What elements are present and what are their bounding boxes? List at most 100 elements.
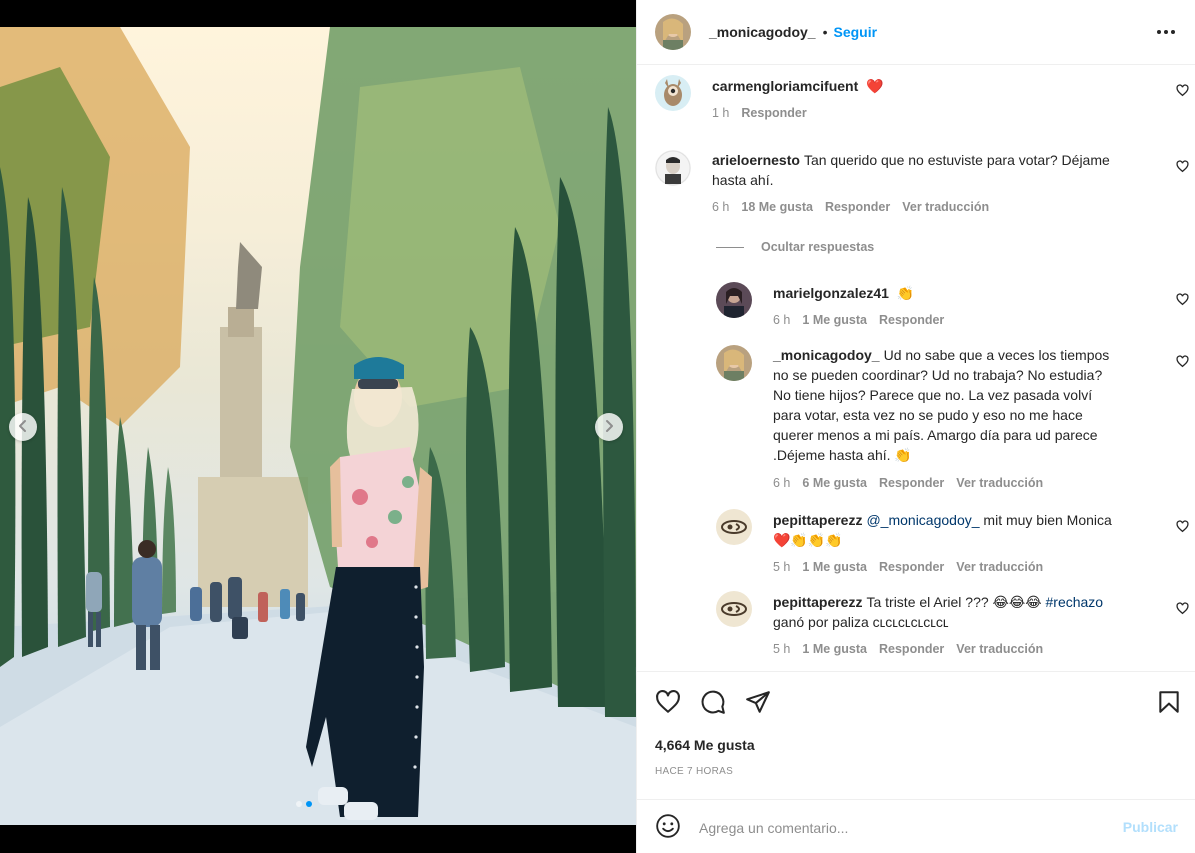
chevron-right-icon: [602, 419, 616, 436]
reply-button[interactable]: Responder: [825, 200, 890, 214]
post-actions: 4,664 Me gusta HACE 7 HORAS: [637, 671, 1195, 808]
reply-content-line: .Déjeme hasta ahí. 👏: [773, 447, 912, 463]
reply-likes-count[interactable]: 6 Me gusta: [802, 476, 867, 490]
replier-avatar[interactable]: [716, 591, 752, 627]
reply-item: pepittaperezz Ta triste el Ariel ??? 😂😂😂 …: [716, 591, 1195, 661]
reply-likes-count[interactable]: 1 Me gusta: [802, 560, 867, 574]
comment-meta: 1 h Responder: [712, 106, 807, 120]
reply-button[interactable]: Responder: [879, 476, 944, 490]
reply-mention-link[interactable]: @_monicagodoy_: [866, 512, 979, 528]
hide-replies-button[interactable]: Ocultar respuestas: [716, 240, 874, 254]
post-photo: [0, 27, 636, 825]
reply-likes-count[interactable]: 1 Me gusta: [802, 642, 867, 656]
reply-time: 5 h: [773, 560, 791, 574]
reply-content-line: No tiene hijos? Parece que no. La vez pa…: [773, 387, 1093, 403]
reply-time: 5 h: [773, 642, 791, 656]
follow-button[interactable]: Seguir: [834, 24, 878, 40]
chevron-left-icon: [16, 419, 30, 436]
likes-count[interactable]: 4,664 Me gusta: [655, 737, 755, 753]
heart-icon: [1176, 520, 1189, 536]
reply-like-button[interactable]: [1176, 520, 1189, 536]
reply-button[interactable]: Responder: [741, 106, 806, 120]
more-options-button[interactable]: [1156, 22, 1176, 45]
replier-avatar[interactable]: [716, 282, 752, 318]
emoji-button[interactable]: [655, 813, 681, 842]
comment-username[interactable]: carmengloriamcifuent: [712, 78, 858, 94]
reply-like-button[interactable]: [1176, 293, 1189, 309]
like-button[interactable]: [655, 689, 681, 718]
comment-like-button[interactable]: [1176, 160, 1189, 176]
comment-like-button[interactable]: [1176, 84, 1189, 100]
instagram-post-modal: _monicagodoy_ • Seguir carmengloriamcifu…: [0, 0, 1195, 853]
reply-content-line: no se pueden coordinar? Ud no trabaja? N…: [773, 367, 1103, 383]
commenter-avatar[interactable]: [655, 75, 691, 111]
translate-button[interactable]: Ver traducción: [956, 560, 1043, 574]
comment-icon: [700, 690, 726, 718]
reply-button[interactable]: Responder: [879, 560, 944, 574]
reply-content-line: ❤️👏👏👏: [773, 532, 843, 548]
reply-content-line: para votar, esta vez no se pudo y eso no…: [773, 407, 1083, 423]
heart-icon: [1176, 160, 1189, 176]
reply-meta: 5 h 1 Me gusta Responder Ver traducción: [773, 560, 1043, 574]
add-comment-bar: Publicar: [637, 799, 1195, 853]
comment-content-line: Tan querido que no estuviste para votar?…: [803, 152, 1110, 168]
reply-text: pepittaperezz @_monicagodoy_ mit muy bien…: [773, 510, 1112, 550]
reply-meta: 6 h 6 Me gusta Responder Ver traducción: [773, 476, 1043, 490]
comment-input[interactable]: [699, 814, 1099, 842]
reply-like-button[interactable]: [1176, 355, 1189, 371]
reply-meta: 6 h 1 Me gusta Responder: [773, 313, 944, 327]
carousel-next-button[interactable]: [595, 413, 623, 441]
comment-meta: 6 h 18 Me gusta Responder Ver traducción: [712, 200, 989, 214]
translate-button[interactable]: Ver traducción: [902, 200, 989, 214]
translate-button[interactable]: Ver traducción: [956, 642, 1043, 656]
reply-like-button[interactable]: [1176, 602, 1189, 618]
reply-item: _monicagodoy_ Ud no sabe que a veces los …: [716, 345, 1195, 495]
reply-content-line: Ta triste el Ariel ??? 😂😂😂: [866, 594, 1042, 610]
replier-avatar[interactable]: [716, 345, 752, 381]
reply-username[interactable]: pepittaperezz: [773, 594, 862, 610]
translate-button[interactable]: Ver traducción: [956, 476, 1043, 490]
author-avatar[interactable]: [655, 14, 691, 50]
reply-item: pepittaperezz @_monicagodoy_ mit muy bien…: [716, 509, 1195, 579]
reply-content-line: querer menos a mi país. Amargo día para …: [773, 427, 1098, 443]
reply-text: _monicagodoy_ Ud no sabe que a veces los …: [773, 345, 1153, 465]
header-separator: •: [822, 24, 828, 40]
comment-content-line: hasta ahí.: [712, 172, 774, 188]
emoji-icon: [655, 814, 681, 842]
more-horizontal-icon: [1156, 29, 1176, 45]
comment-text: arieloernesto Tan querido que no estuvist…: [712, 150, 1110, 190]
reply-username[interactable]: _monicagodoy_: [773, 347, 880, 363]
publish-button[interactable]: Publicar: [1123, 819, 1178, 835]
post-timestamp: HACE 7 HORAS: [655, 766, 734, 777]
replies-divider: [716, 246, 744, 248]
replier-avatar[interactable]: [716, 509, 752, 545]
comment-text: carmengloriamcifuent ❤️: [712, 76, 884, 96]
share-button[interactable]: [745, 689, 771, 718]
reply-content: 👏: [896, 285, 915, 301]
reply-username[interactable]: pepittaperezz: [773, 512, 862, 528]
bookmark-icon: [1156, 691, 1182, 718]
save-button[interactable]: [1156, 689, 1182, 718]
reply-item: marielgonzalez41 👏 6 h 1 Me gusta Respon…: [716, 282, 1195, 342]
heart-icon: [1176, 355, 1189, 371]
reply-button[interactable]: Responder: [879, 313, 944, 327]
reply-content-line: ganó por paliza ᴄʟᴄʟᴄʟᴄʟᴄʟᴄʟ: [773, 614, 949, 630]
comment-username[interactable]: arieloernesto: [712, 152, 800, 168]
heart-icon: [1176, 84, 1189, 100]
post-sidebar: _monicagodoy_ • Seguir carmengloriamcifu…: [636, 0, 1195, 853]
comment-item: arieloernesto Tan querido que no estuvist…: [655, 150, 1195, 230]
reply-meta: 5 h 1 Me gusta Responder Ver traducción: [773, 642, 1043, 656]
reply-likes-count[interactable]: 1 Me gusta: [802, 313, 867, 327]
comment-likes-count[interactable]: 18 Me gusta: [741, 200, 813, 214]
reply-text: marielgonzalez41 👏: [773, 283, 914, 303]
reply-button[interactable]: Responder: [879, 642, 944, 656]
carousel-dot: [296, 801, 302, 807]
comment-button[interactable]: [700, 689, 726, 718]
commenter-avatar[interactable]: [655, 150, 691, 186]
reply-time: 6 h: [773, 476, 791, 490]
author-username[interactable]: _monicagodoy_: [709, 24, 816, 40]
heart-icon: [655, 690, 681, 718]
carousel-previous-button[interactable]: [9, 413, 37, 441]
reply-hashtag-link[interactable]: #rechazo: [1046, 594, 1104, 610]
reply-username[interactable]: marielgonzalez41: [773, 285, 889, 301]
